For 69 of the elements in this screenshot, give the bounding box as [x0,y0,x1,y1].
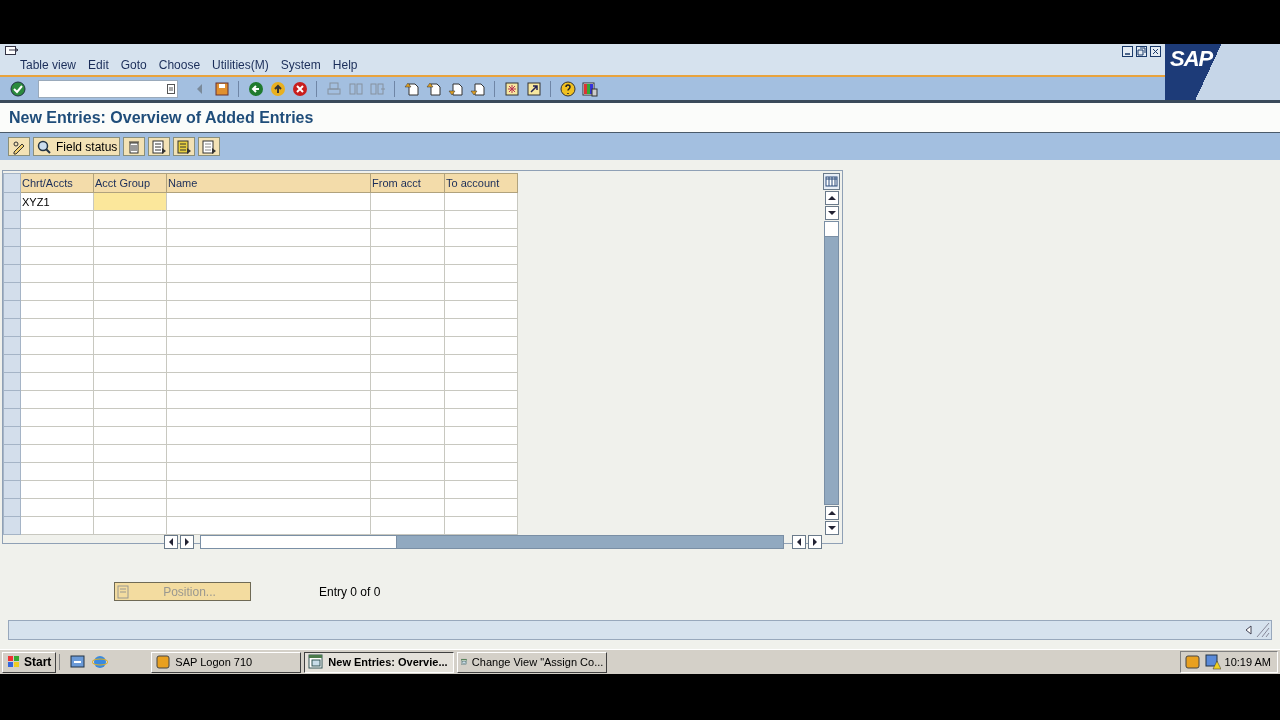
taskbar-button[interactable]: New Entries: Overvie... [304,651,455,673]
scroll-left-button[interactable] [164,535,178,549]
scroll-left-button[interactable] [792,535,806,549]
up-arrow-icon[interactable] [269,80,286,97]
help-icon[interactable] [559,80,576,97]
pencil-button[interactable] [8,137,30,156]
clock: 10:19 AM [1224,656,1271,668]
network-warning-icon[interactable] [1204,654,1221,670]
scroll-down-button[interactable] [824,521,839,535]
select-list-icon [176,138,193,155]
select-list-icon [201,138,218,155]
new-window-icon[interactable] [503,80,520,97]
select-list-button[interactable] [198,137,221,156]
button-label: Field status [56,139,118,154]
select-list-icon [151,138,168,155]
select-all-corner[interactable] [3,173,21,193]
windows-flag-icon [7,655,21,669]
window-icon [308,654,325,670]
select-list-button[interactable] [173,137,196,156]
list-icon[interactable] [167,83,175,94]
menu-item[interactable]: Goto [114,58,153,72]
floppy-disk-icon[interactable] [213,80,230,97]
browser-icon[interactable] [92,654,109,670]
close-button[interactable] [1150,46,1161,57]
menu-item[interactable]: Utilities(M) [206,58,275,72]
shortcut-icon[interactable] [525,80,542,97]
page-up-icon[interactable] [425,80,442,97]
trash-button[interactable] [123,137,146,156]
taskbar-button[interactable]: SAP Logon 710 [151,651,302,673]
taskbar-button[interactable]: Change View "Assign Co... [457,651,608,673]
screen-title: New Entries: Overview of Added Entries [9,108,314,127]
logo-text: SAP [1170,46,1213,72]
vertical-scrollbar[interactable] [824,221,839,505]
back-arrow-icon[interactable] [247,80,264,97]
pencil-icon [11,138,27,155]
menu-item[interactable]: Choose [152,58,207,72]
tray-icon[interactable] [1184,654,1201,670]
scroll-up-button[interactable] [824,506,839,520]
page-up-icon[interactable] [403,80,420,97]
window-menu-icon[interactable] [5,46,19,57]
check-icon[interactable] [9,80,26,97]
cancel-icon[interactable] [291,80,308,97]
scroll-up-button[interactable] [824,191,839,205]
command-field[interactable] [38,79,178,98]
field-status-button[interactable]: Field status [33,137,121,156]
column-header[interactable]: Name [166,173,371,193]
position-icon [117,584,131,599]
layout-icon[interactable] [581,80,598,97]
menu-item[interactable]: Edit [82,58,115,72]
scroll-down-button[interactable] [824,206,839,220]
column-header[interactable]: Chrt/Accts [20,173,94,193]
menu-item[interactable]: Table view [14,58,83,72]
minimize-button[interactable] [1122,46,1133,57]
column-header[interactable]: From acct [370,173,445,193]
start-button[interactable]: Start [2,651,57,673]
column-header[interactable]: To account [444,173,518,193]
scroll-right-button[interactable] [808,535,822,549]
app-icon [155,654,172,670]
entry-count: Entry 0 of 0 [319,584,381,599]
select-list-button[interactable] [148,137,171,156]
scroll-right-button[interactable] [180,535,194,549]
column-header[interactable]: Acct Group [93,173,167,193]
menu-item[interactable]: Help [326,58,364,72]
menu-item[interactable]: System [274,58,327,72]
desktop-icon[interactable] [70,654,87,670]
page-down-icon[interactable] [447,80,464,97]
page-down-icon[interactable] [469,80,486,97]
column-settings-icon[interactable] [823,173,840,190]
horizontal-scrollbar[interactable] [200,535,784,549]
